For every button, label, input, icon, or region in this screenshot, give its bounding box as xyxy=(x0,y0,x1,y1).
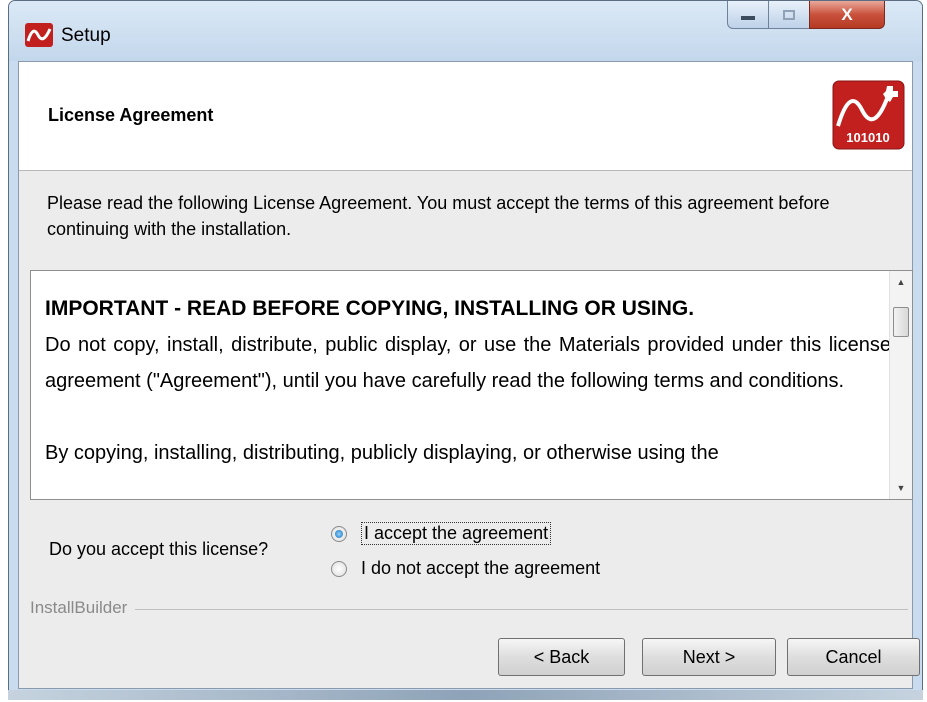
accept-question-label: Do you accept this license? xyxy=(49,539,269,559)
window-title: Setup xyxy=(61,25,111,46)
logo-text: 101010 xyxy=(846,130,889,145)
app-logo-icon xyxy=(25,23,53,47)
scroll-thumb[interactable] xyxy=(893,307,909,337)
back-button[interactable]: < Back xyxy=(498,638,625,676)
accept-radio-button[interactable] xyxy=(331,525,347,542)
license-paragraph-2: By copying, installing, distributing, pu… xyxy=(45,442,719,464)
dialog-body: License Agreement 101010 Please read the… xyxy=(18,61,920,689)
accept-radio-label[interactable]: I accept the agreement xyxy=(361,522,552,545)
license-paragraph-1: Do not copy, install, distribute, public… xyxy=(45,334,891,392)
minimize-button[interactable] xyxy=(727,1,769,29)
footer-divider xyxy=(30,609,908,610)
accept-radio-option[interactable]: I accept the agreement xyxy=(331,522,552,545)
scroll-up-arrow-icon[interactable]: ▲ xyxy=(890,271,912,293)
license-heading: IMPORTANT - READ BEFORE COPYING, INSTALL… xyxy=(45,297,695,320)
maximize-button[interactable] xyxy=(768,1,810,29)
installbuilder-label: InstallBuilder xyxy=(30,598,136,618)
decline-radio-option[interactable]: I do not accept the agreement xyxy=(331,558,600,579)
close-button[interactable]: X xyxy=(809,1,885,29)
license-text-area[interactable]: IMPORTANT - READ BEFORE COPYING, INSTALL… xyxy=(30,270,913,500)
title-bar[interactable]: Setup X xyxy=(9,1,922,61)
decline-radio-button[interactable] xyxy=(331,560,347,577)
cancel-button[interactable]: Cancel xyxy=(787,638,920,676)
license-scrollbar[interactable]: ▲ ▼ xyxy=(889,271,912,499)
intro-text: Please read the following License Agreem… xyxy=(47,193,830,239)
taskbar-strip xyxy=(8,690,923,700)
close-icon: X xyxy=(841,4,853,24)
installer-logo-icon: 101010 xyxy=(832,80,905,150)
license-content: IMPORTANT - READ BEFORE COPYING, INSTALL… xyxy=(45,291,891,471)
scroll-down-arrow-icon[interactable]: ▼ xyxy=(890,477,912,499)
minimize-icon xyxy=(741,15,755,20)
setup-window: Setup X License Agreement 101010 Please … xyxy=(8,0,923,700)
next-button[interactable]: Next > xyxy=(642,638,776,676)
page-title: License Agreement xyxy=(48,105,214,125)
page-header: License Agreement 101010 xyxy=(19,62,912,171)
maximize-icon xyxy=(783,9,795,20)
decline-radio-label[interactable]: I do not accept the agreement xyxy=(361,558,600,579)
